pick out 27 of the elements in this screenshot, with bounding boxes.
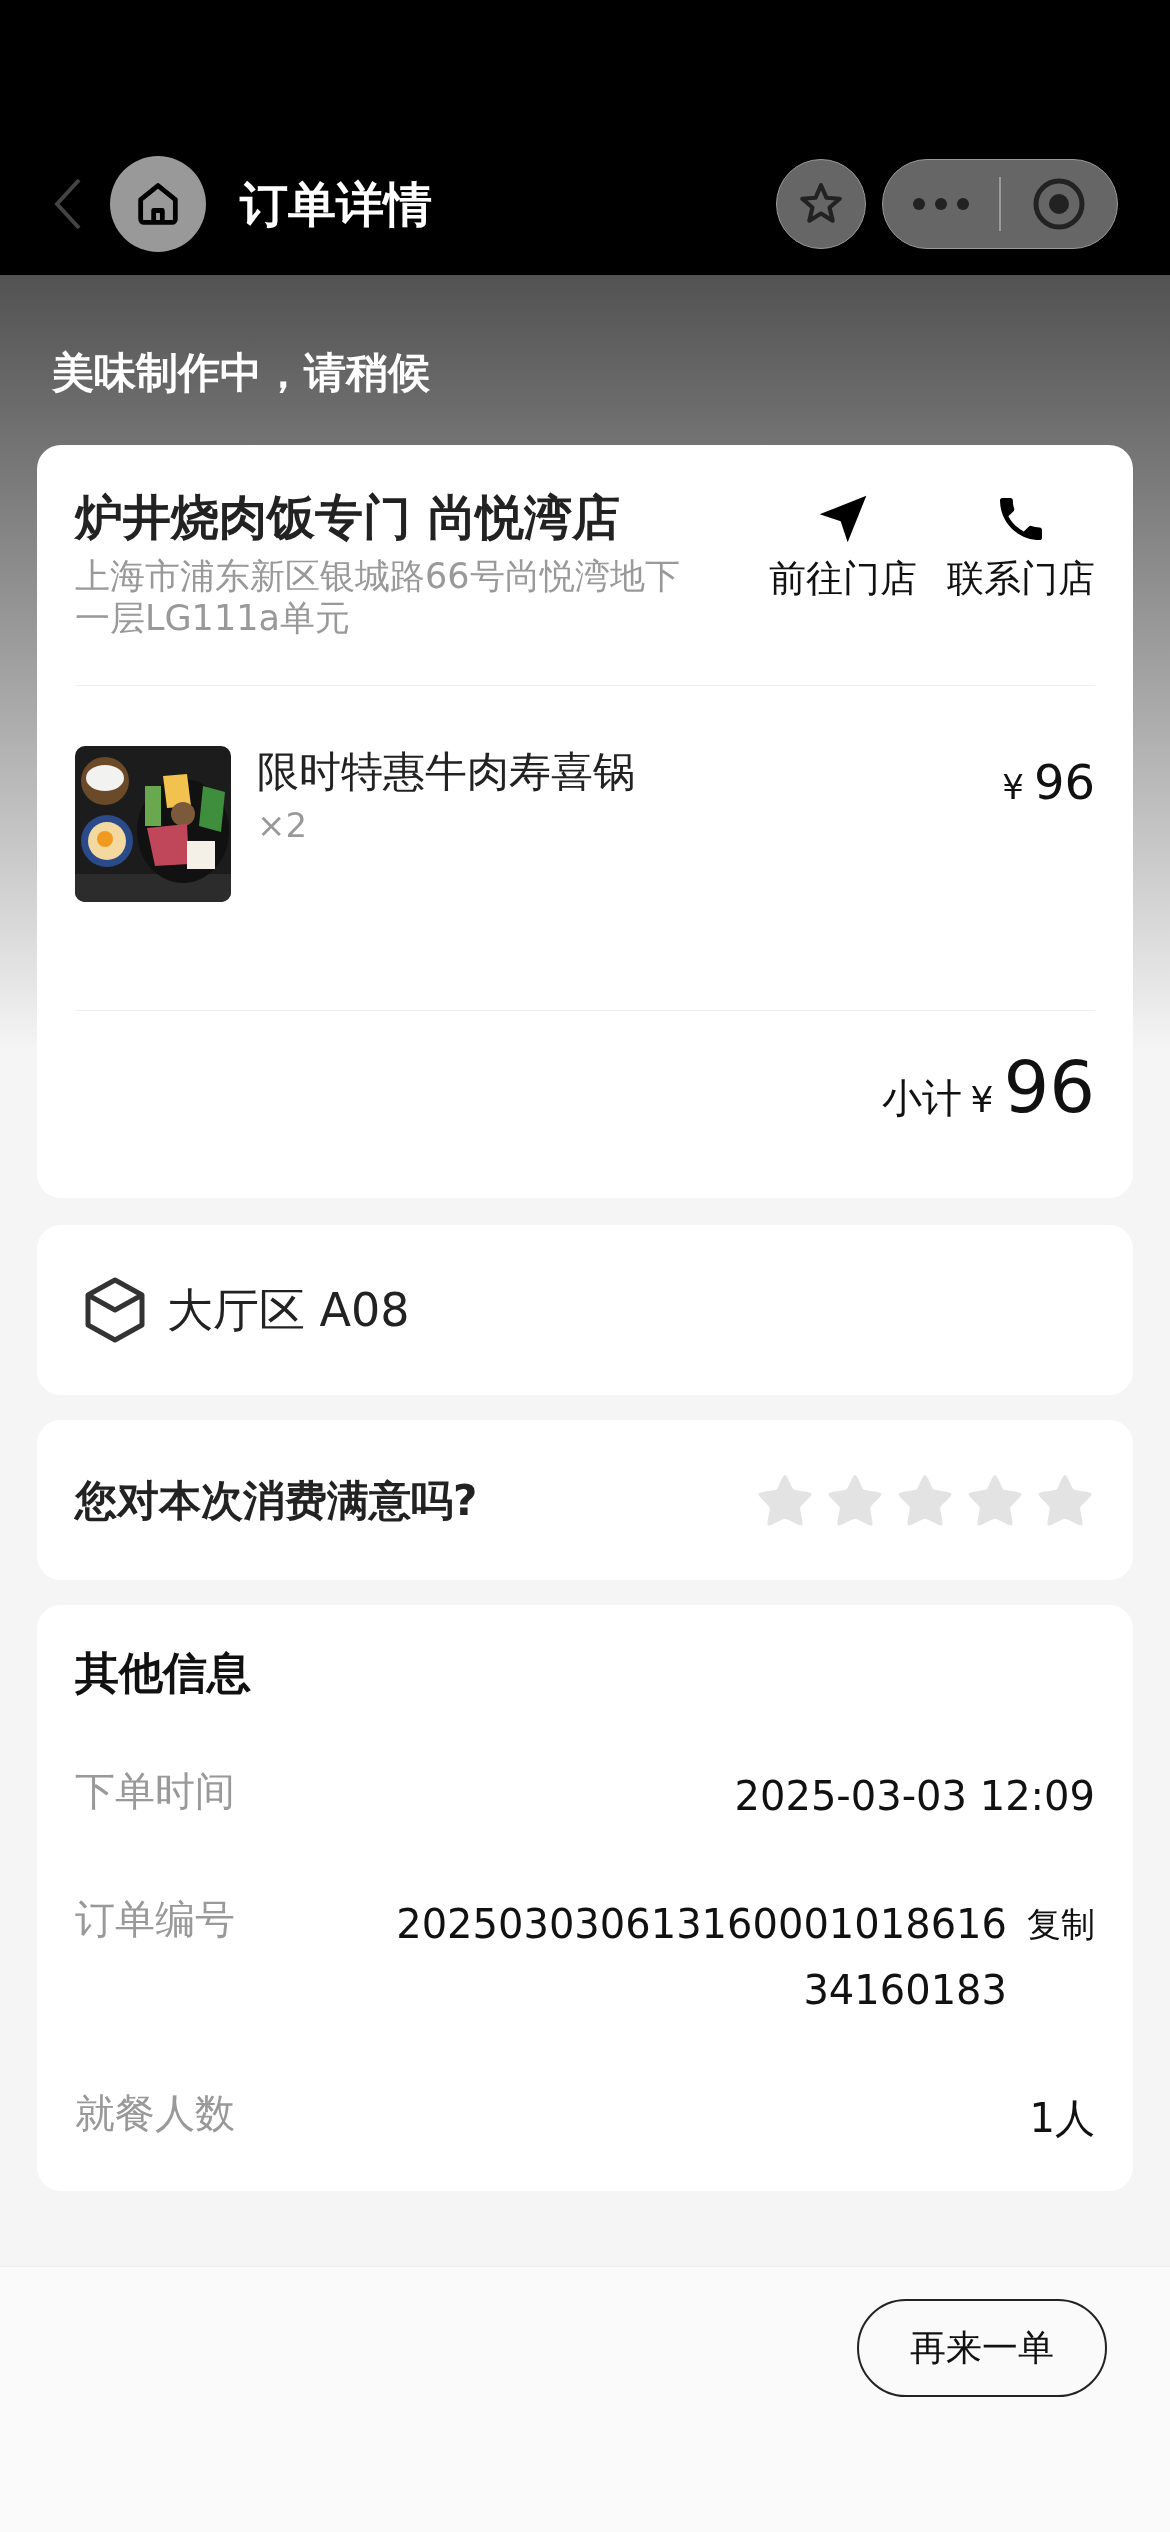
info-value: 2025-03-03 12:09 bbox=[734, 1772, 1095, 1821]
section-title: 其他信息 bbox=[75, 1646, 252, 1700]
page-title: 订单详情 bbox=[240, 175, 432, 234]
item-price: 96 bbox=[1033, 753, 1095, 812]
rating-question: 您对本次消费满意吗? bbox=[75, 1474, 478, 1527]
cube-icon bbox=[83, 1276, 147, 1344]
info-label: 订单编号 bbox=[75, 1895, 235, 1944]
target-icon bbox=[1032, 177, 1086, 231]
store-address: 上海市浦东新区银城路66号尚悦湾地下一层LG111a单元 bbox=[75, 555, 681, 639]
info-label: 就餐人数 bbox=[75, 2089, 235, 2138]
item-name: 限时特惠牛肉寿喜锅 bbox=[257, 746, 635, 798]
navigate-store-button[interactable]: 前往门店 bbox=[769, 491, 917, 639]
item-quantity: ×2 bbox=[257, 804, 309, 846]
store-name: 炉井烧肉饭专门 尚悦湾店 bbox=[75, 488, 621, 547]
reorder-button[interactable]: 再来一单 bbox=[857, 2299, 1107, 2397]
info-value: 20250303061316000101861634160183 bbox=[395, 1900, 1007, 2015]
currency-symbol: ¥ bbox=[1002, 766, 1024, 809]
info-label: 下单时间 bbox=[75, 1767, 235, 1816]
currency-symbol: ¥ bbox=[970, 1078, 994, 1122]
call-store-button[interactable]: 联系门店 bbox=[947, 491, 1095, 639]
order-status-subtitle: 美味制作中，请稍候 bbox=[52, 347, 431, 399]
copy-button[interactable]: 复制 bbox=[1027, 1891, 1095, 1957]
info-value: 1人 bbox=[1029, 2094, 1095, 2143]
subtotal-amount: 96 bbox=[1003, 1047, 1095, 1127]
more-icon bbox=[911, 197, 971, 211]
table-number: 大厅区 A08 bbox=[167, 1281, 410, 1339]
subtotal-label: 小计 bbox=[882, 1074, 963, 1123]
